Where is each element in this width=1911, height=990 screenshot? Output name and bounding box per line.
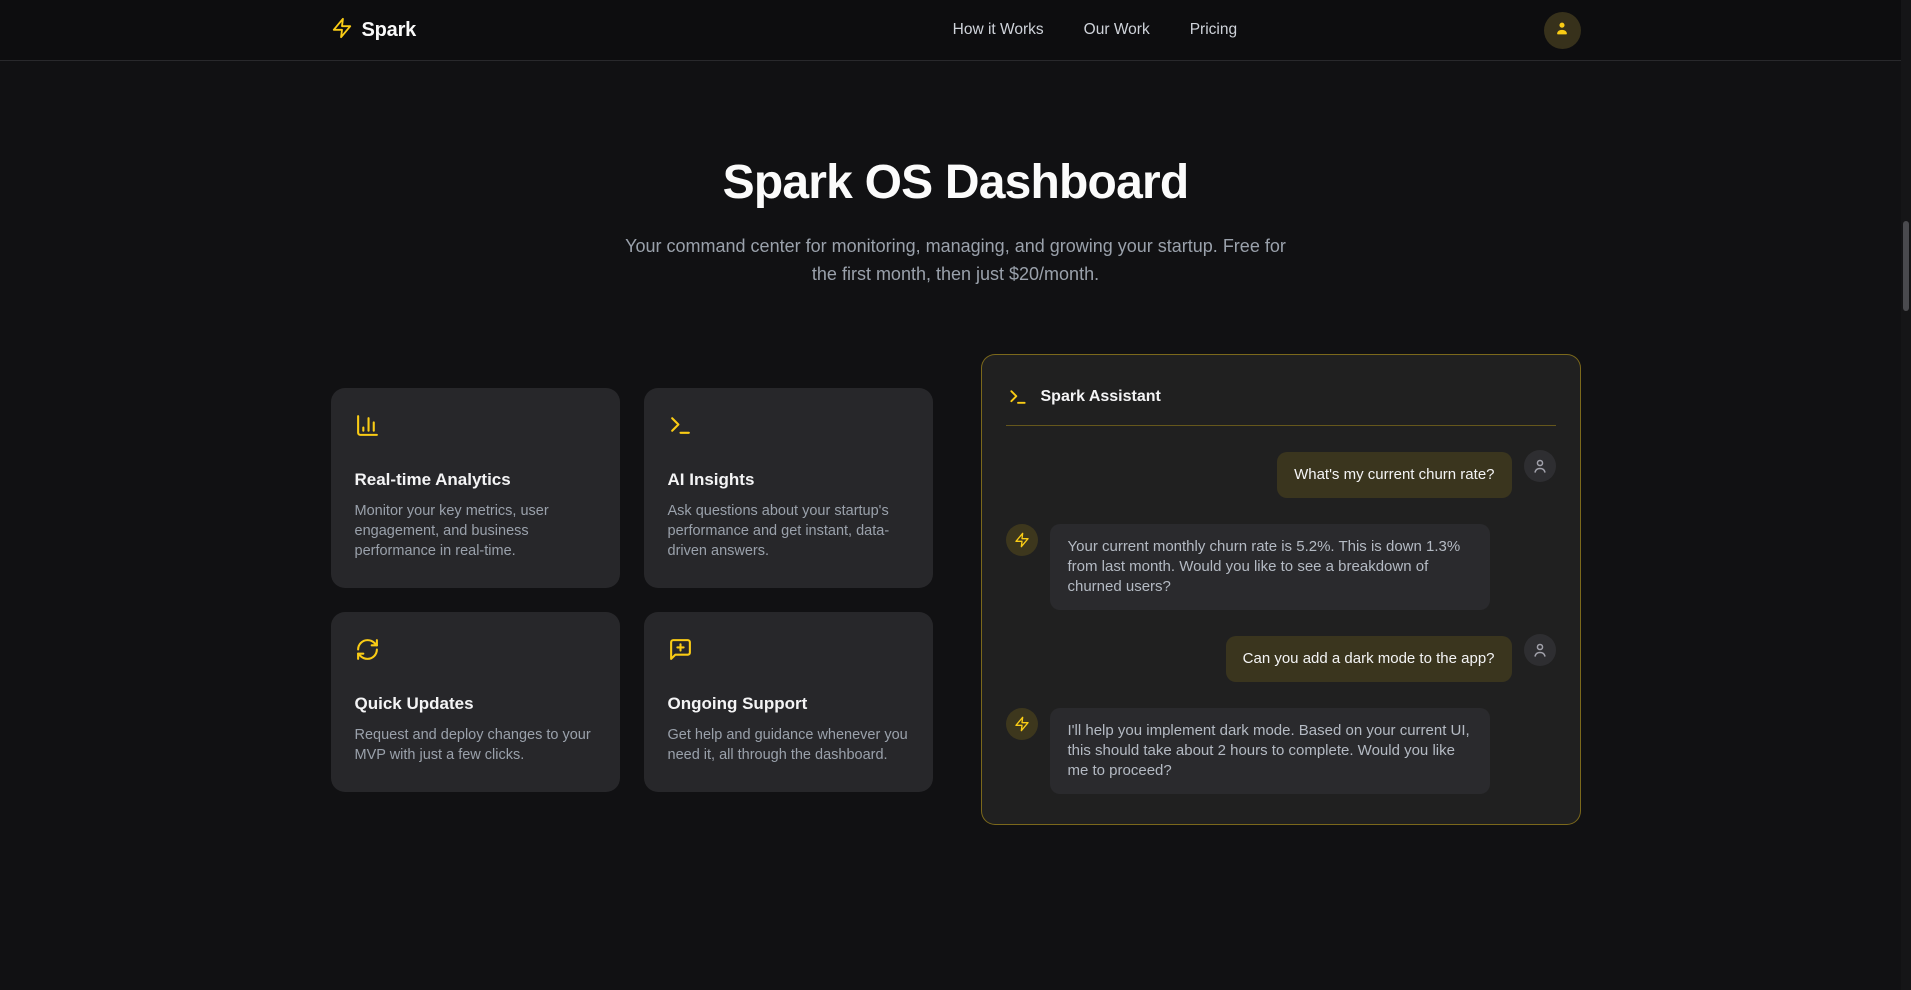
chat-message-assistant: I'll help you implement dark mode. Based… [1006, 708, 1556, 794]
feature-title: Quick Updates [355, 694, 596, 714]
feature-card-ongoing-support[interactable]: Ongoing Support Get help and guidance wh… [644, 612, 933, 792]
user-avatar [1524, 450, 1556, 482]
assistant-header: Spark Assistant [1006, 379, 1556, 426]
navbar: Spark How it Works Our Work Pricing [0, 0, 1911, 61]
messages-list: What's my current churn rate? Your curre… [1006, 426, 1556, 794]
nav-links: How it Works Our Work Pricing [953, 21, 1237, 39]
assistant-avatar-zap-icon [1006, 708, 1038, 740]
hero-section: Spark OS Dashboard Your command center f… [0, 61, 1911, 288]
user-avatar-button[interactable] [1544, 12, 1581, 49]
brand-logo[interactable]: Spark [331, 17, 417, 44]
assistant-message-bubble: Your current monthly churn rate is 5.2%.… [1050, 524, 1490, 610]
nav-link-how-it-works[interactable]: How it Works [953, 21, 1044, 39]
refresh-icon [355, 637, 596, 662]
page-subtitle: Your command center for monitoring, mana… [611, 232, 1301, 288]
terminal-icon [1008, 387, 1028, 407]
user-message-bubble: Can you add a dark mode to the app? [1226, 636, 1512, 682]
page-title: Spark OS Dashboard [0, 155, 1911, 210]
feature-card-quick-updates[interactable]: Quick Updates Request and deploy changes… [331, 612, 620, 792]
features-grid: Real-time Analytics Monitor your key met… [331, 388, 933, 792]
feature-card-ai-insights[interactable]: AI Insights Ask questions about your sta… [644, 388, 933, 588]
message-square-plus-icon [668, 637, 909, 662]
nav-link-pricing[interactable]: Pricing [1190, 21, 1237, 39]
feature-title: AI Insights [668, 470, 909, 490]
chat-message-user: What's my current churn rate? [1006, 452, 1556, 498]
user-avatar [1524, 634, 1556, 666]
feature-description: Get help and guidance whenever you need … [668, 725, 909, 765]
user-message-bubble: What's my current churn rate? [1277, 452, 1511, 498]
content-row: Real-time Analytics Monitor your key met… [0, 354, 1911, 825]
user-icon [1553, 19, 1571, 42]
feature-description: Monitor your key metrics, user engagemen… [355, 501, 596, 561]
nav-link-our-work[interactable]: Our Work [1084, 21, 1150, 39]
navbar-inner: Spark How it Works Our Work Pricing [331, 12, 1581, 49]
zap-icon [331, 17, 353, 44]
spark-assistant-panel: Spark Assistant What's my current churn … [981, 354, 1581, 825]
feature-title: Real-time Analytics [355, 470, 596, 490]
chat-message-assistant: Your current monthly churn rate is 5.2%.… [1006, 524, 1556, 610]
assistant-title: Spark Assistant [1041, 388, 1161, 406]
scrollbar-thumb[interactable] [1903, 221, 1909, 311]
assistant-message-bubble: I'll help you implement dark mode. Based… [1050, 708, 1490, 794]
terminal-icon [668, 413, 909, 438]
brand-name: Spark [362, 19, 417, 42]
feature-description: Request and deploy changes to your MVP w… [355, 725, 596, 765]
assistant-avatar-zap-icon [1006, 524, 1038, 556]
scrollbar-track[interactable] [1901, 0, 1911, 990]
chat-message-user: Can you add a dark mode to the app? [1006, 636, 1556, 682]
feature-description: Ask questions about your startup's perfo… [668, 501, 909, 561]
feature-card-realtime-analytics[interactable]: Real-time Analytics Monitor your key met… [331, 388, 620, 588]
bar-chart-icon [355, 413, 596, 438]
feature-title: Ongoing Support [668, 694, 909, 714]
